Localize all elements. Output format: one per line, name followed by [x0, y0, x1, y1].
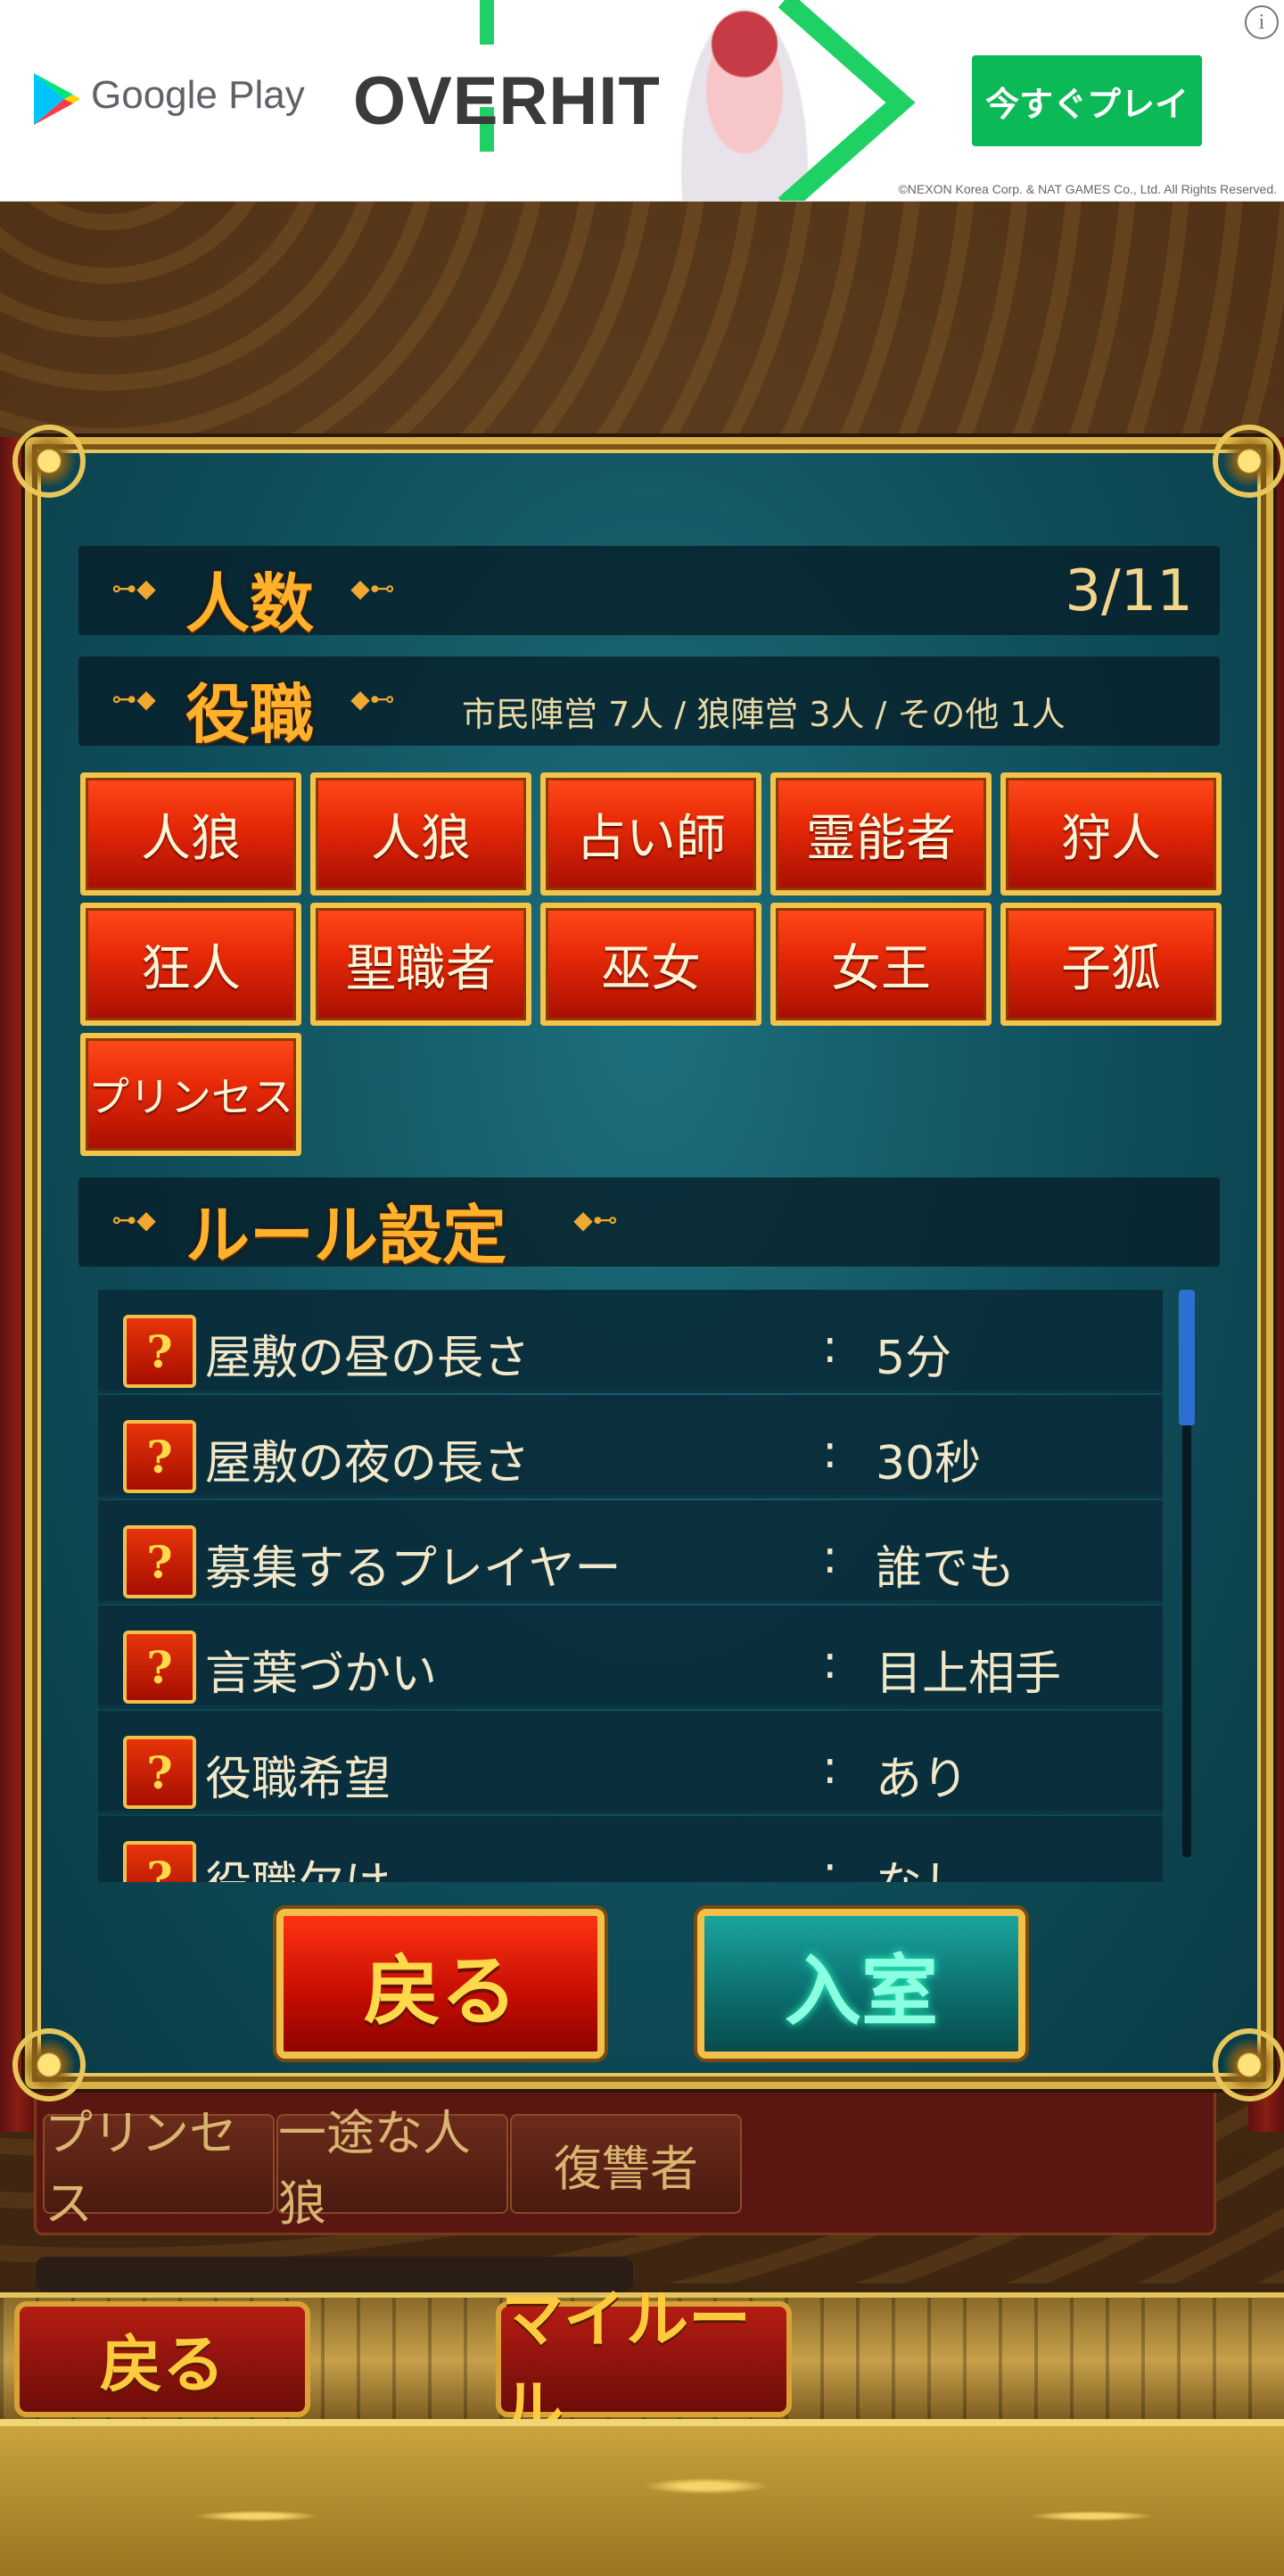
right-ornament-icon: ◆⊷	[350, 684, 395, 714]
roles-title: 役職	[185, 676, 315, 752]
rule-row: ? 役職希望 : あり	[98, 1711, 1163, 1814]
google-play-icon	[34, 73, 80, 125]
right-ornament-icon: ◆⊷	[573, 1205, 618, 1234]
ad-banner[interactable]: Google Play OVERHIT 今すぐプレイ i ©NEXON Kore…	[0, 0, 1284, 202]
background-role-cell: プリンセス	[43, 2105, 275, 2232]
rule-separator: :	[822, 1636, 838, 1689]
ad-chevron-decoration	[778, 0, 916, 201]
rule-label: 屋敷の昼の長さ	[205, 1332, 531, 1385]
player-count-value: 3/11	[1065, 558, 1193, 624]
role-button[interactable]: 狂人	[80, 903, 301, 1026]
rule-label: 言葉づかい	[205, 1647, 438, 1701]
roles-header: ⊶◆ 役職 ◆⊷ 市民陣営 7人 / 狼陣営 3人 / その他 1人	[78, 656, 1220, 752]
rule-row: ? 言葉づかい : 目上相手	[98, 1606, 1163, 1709]
rules-scrollbar-thumb[interactable]	[1179, 1290, 1195, 1425]
rule-separator: :	[822, 1741, 838, 1795]
role-button[interactable]: 子狐	[1000, 903, 1222, 1026]
help-icon[interactable]: ?	[123, 1841, 196, 1882]
room-settings-dialog: ⊶◆ 人数 ◆⊷ 3/11 ⊶◆ 役職 ◆⊷ 市民陣営 7人 / 狼陣営 3人 …	[12, 425, 1284, 2101]
rule-separator: :	[822, 1320, 838, 1374]
help-icon[interactable]: ?	[123, 1736, 196, 1809]
ad-game-title: OVERHIT	[353, 63, 661, 139]
footer-back-button[interactable]: 戻る	[14, 2301, 310, 2417]
help-icon[interactable]: ?	[123, 1315, 196, 1388]
corner-ornament	[12, 2028, 86, 2101]
ad-play-now-button[interactable]: 今すぐプレイ	[972, 55, 1202, 146]
enter-room-button[interactable]: 入室	[697, 1909, 1025, 2059]
rule-label: 屋敷の夜の長さ	[205, 1437, 531, 1490]
role-button[interactable]: 人狼	[80, 772, 301, 896]
role-button[interactable]: 聖職者	[310, 903, 531, 1026]
background-role-cell: 一途な人狼	[276, 2105, 508, 2232]
role-button[interactable]: 人狼	[310, 772, 531, 896]
rules-list[interactable]: ? 屋敷の昼の長さ : 5分 ? 屋敷の夜の長さ : 30秒 ? 募集するプレイ…	[98, 1290, 1163, 1882]
my-rule-button[interactable]: マイルール	[496, 2282, 792, 2446]
dialog-back-button[interactable]: 戻る	[276, 1909, 605, 2059]
rule-label: 募集するプレイヤー	[205, 1542, 621, 1596]
rule-value: 誰でも	[876, 1542, 1016, 1596]
rule-label: 役職希望	[205, 1753, 391, 1806]
rule-row: ? 屋敷の夜の長さ : 30秒	[98, 1395, 1163, 1499]
background-role-cell: 復讐者	[510, 2114, 742, 2214]
rule-value: あり	[876, 1753, 969, 1806]
rule-value: なし	[876, 1846, 968, 1882]
corner-ornament	[12, 425, 86, 498]
rule-value: 目上相手	[876, 1647, 1062, 1701]
left-ornament-icon: ⊶◆	[111, 1205, 156, 1234]
corner-ornament	[1213, 425, 1284, 498]
rule-value: 5分	[876, 1332, 952, 1385]
ad-copyright: ©NEXON Korea Corp. & NAT GAMES Co., Ltd.…	[898, 182, 1277, 196]
role-button[interactable]: 狩人	[1000, 772, 1222, 896]
rule-settings-header: ⊶◆ ルール設定 ◆⊷	[78, 1177, 1220, 1273]
rule-row: ? 役職欠け : なし	[98, 1816, 1163, 1882]
right-ornament-icon: ◆⊷	[350, 574, 395, 603]
rule-label: 役職欠け	[205, 1846, 391, 1882]
player-count-title: 人数	[185, 566, 315, 641]
left-ornament-icon: ⊶◆	[111, 684, 156, 714]
rule-row: ? 募集するプレイヤー : 誰でも	[98, 1500, 1163, 1604]
rule-separator: :	[822, 1846, 838, 1882]
player-count-header: ⊶◆ 人数 ◆⊷ 3/11	[78, 546, 1220, 641]
rule-settings-title: ルール設定	[185, 1197, 507, 1273]
role-faction-summary: 市民陣営 7人 / 狼陣営 3人 / その他 1人	[462, 695, 1066, 734]
help-icon[interactable]: ?	[123, 1525, 196, 1598]
role-button[interactable]: 占い師	[540, 772, 761, 896]
corner-ornament	[1213, 2028, 1284, 2101]
role-button[interactable]: 女王	[770, 903, 992, 1026]
rule-separator: :	[822, 1531, 838, 1584]
store-name: Google Play	[91, 73, 305, 117]
role-button[interactable]: プリンセス	[80, 1033, 301, 1156]
help-icon[interactable]: ?	[123, 1420, 196, 1493]
ad-info-icon[interactable]: i	[1245, 5, 1279, 39]
left-ornament-icon: ⊶◆	[111, 574, 156, 603]
role-button[interactable]: 霊能者	[770, 772, 992, 896]
rule-separator: :	[822, 1425, 838, 1479]
role-button[interactable]: 巫女	[540, 903, 761, 1026]
help-icon[interactable]: ?	[123, 1631, 196, 1704]
rule-row: ? 屋敷の昼の長さ : 5分	[98, 1290, 1163, 1393]
rule-value: 30秒	[876, 1437, 982, 1490]
footer-ornament	[0, 2419, 1284, 2576]
